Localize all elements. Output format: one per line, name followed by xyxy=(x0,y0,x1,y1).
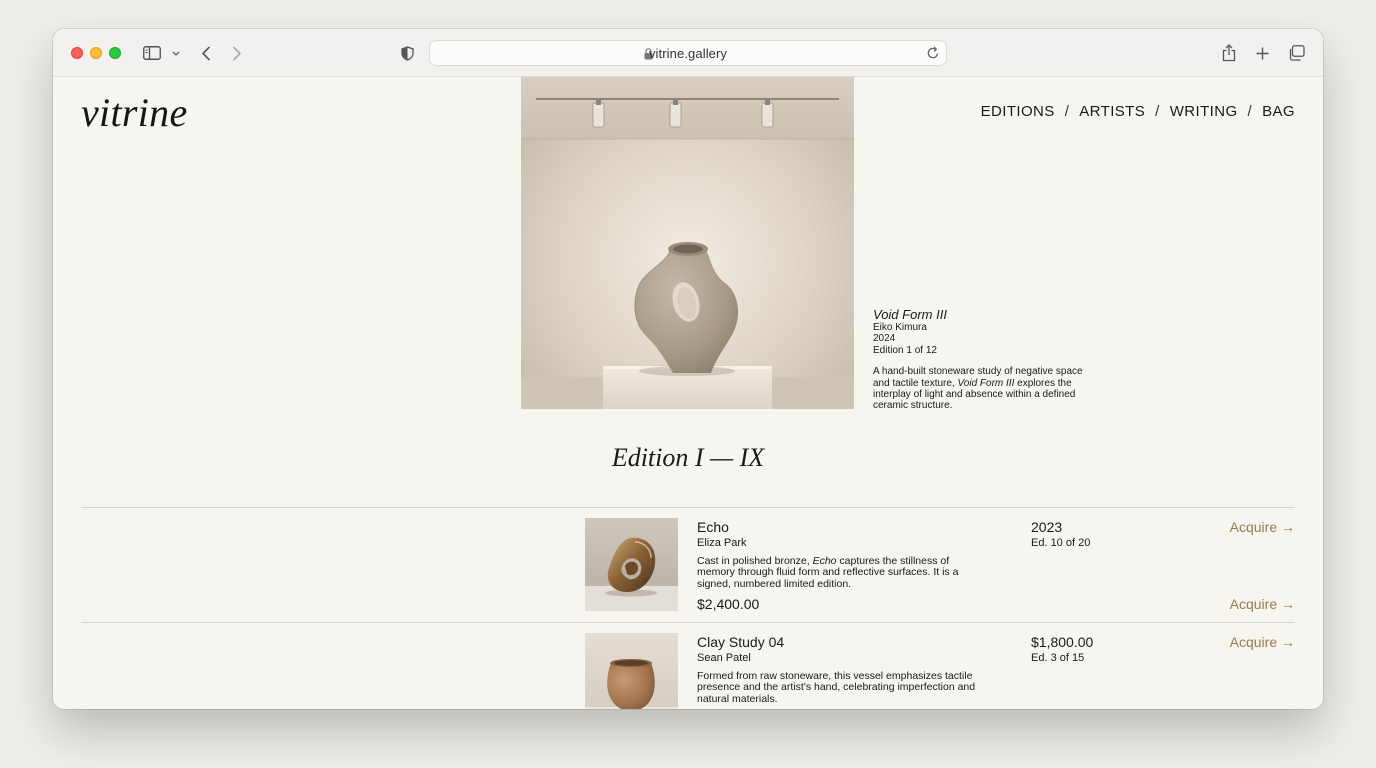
nav-artists[interactable]: ARTISTS xyxy=(1079,103,1145,120)
gallery-page: vitrine EDITIONS / ARTISTS / WRITING / B… xyxy=(53,77,1323,709)
featured-description: A hand-built stoneware study of negative… xyxy=(873,366,1083,412)
url-text: vitrine.gallery xyxy=(648,46,728,61)
nav-separator: / xyxy=(1064,103,1070,120)
item-description: Formed from raw stoneware, this vessel e… xyxy=(697,670,976,705)
item-price: $1,800.00 xyxy=(1031,634,1094,650)
nav-editions[interactable]: EDITIONS xyxy=(981,103,1055,120)
divider xyxy=(81,622,1295,623)
forward-icon[interactable] xyxy=(228,42,246,64)
featured-year: 2024 xyxy=(873,333,896,345)
item-edition: Ed. 10 of 20 xyxy=(1031,537,1091,549)
acquire-link[interactable]: Acquire → xyxy=(1230,634,1295,650)
item-thumbnail-echo[interactable] xyxy=(585,518,678,611)
plus-icon[interactable] xyxy=(1254,42,1270,64)
nav-separator: / xyxy=(1155,103,1160,120)
featured-artist: Eiko Kimura xyxy=(873,322,927,333)
browser-window: vitrine.gallery vitrine EDITIONS / ARTIS… xyxy=(53,29,1323,709)
nav-separator: / xyxy=(1247,103,1253,120)
tabs-icon[interactable] xyxy=(1286,42,1306,64)
item-name-clay-study[interactable]: Clay Study 04 xyxy=(697,634,784,650)
item-artist: Sean Patel xyxy=(697,652,751,664)
site-logo[interactable]: vitrine xyxy=(81,89,188,136)
browser-toolbar: vitrine.gallery xyxy=(53,29,1323,77)
item-name-echo[interactable]: Echo xyxy=(697,519,729,535)
nav-writing[interactable]: WRITING xyxy=(1170,103,1238,120)
minimize-window-button[interactable] xyxy=(90,47,102,59)
featured-edition: Edition 1 of 12 xyxy=(873,344,937,356)
acquire-button[interactable]: Acquire → xyxy=(1230,596,1295,612)
sidebar-icon[interactable] xyxy=(142,42,162,64)
acquire-link[interactable]: Acquire → xyxy=(1230,519,1295,535)
address-bar[interactable]: vitrine.gallery xyxy=(429,40,947,66)
item-year: 2023 xyxy=(1031,519,1063,535)
featured-caption: Void Form III Eiko Kimura 2024 Edition 1… xyxy=(873,307,1083,412)
item-artist: Eliza Park xyxy=(697,537,747,549)
nav-bag[interactable]: BAG xyxy=(1262,103,1295,120)
item-thumbnail-clay-study[interactable] xyxy=(585,633,678,709)
back-icon[interactable] xyxy=(197,42,215,64)
item-description: Cast in polished bronze, Echo captures t… xyxy=(697,555,959,590)
reload-icon[interactable] xyxy=(926,45,940,66)
zoom-window-button[interactable] xyxy=(109,47,121,59)
section-title: Edition I — IX xyxy=(611,443,765,472)
featured-artwork-image[interactable] xyxy=(521,77,854,409)
shield-icon[interactable] xyxy=(399,42,415,64)
featured-title[interactable]: Void Form III xyxy=(873,307,1083,322)
share-icon[interactable] xyxy=(1220,42,1238,64)
main-nav: EDITIONS / ARTISTS / WRITING / BAG xyxy=(981,103,1295,120)
divider xyxy=(81,507,1295,508)
item-edition: Ed. 3 of 15 xyxy=(1031,652,1085,664)
close-window-button[interactable] xyxy=(71,47,83,59)
item-price: $2,400.00 xyxy=(697,596,760,612)
chevron-down-icon[interactable] xyxy=(170,42,182,64)
